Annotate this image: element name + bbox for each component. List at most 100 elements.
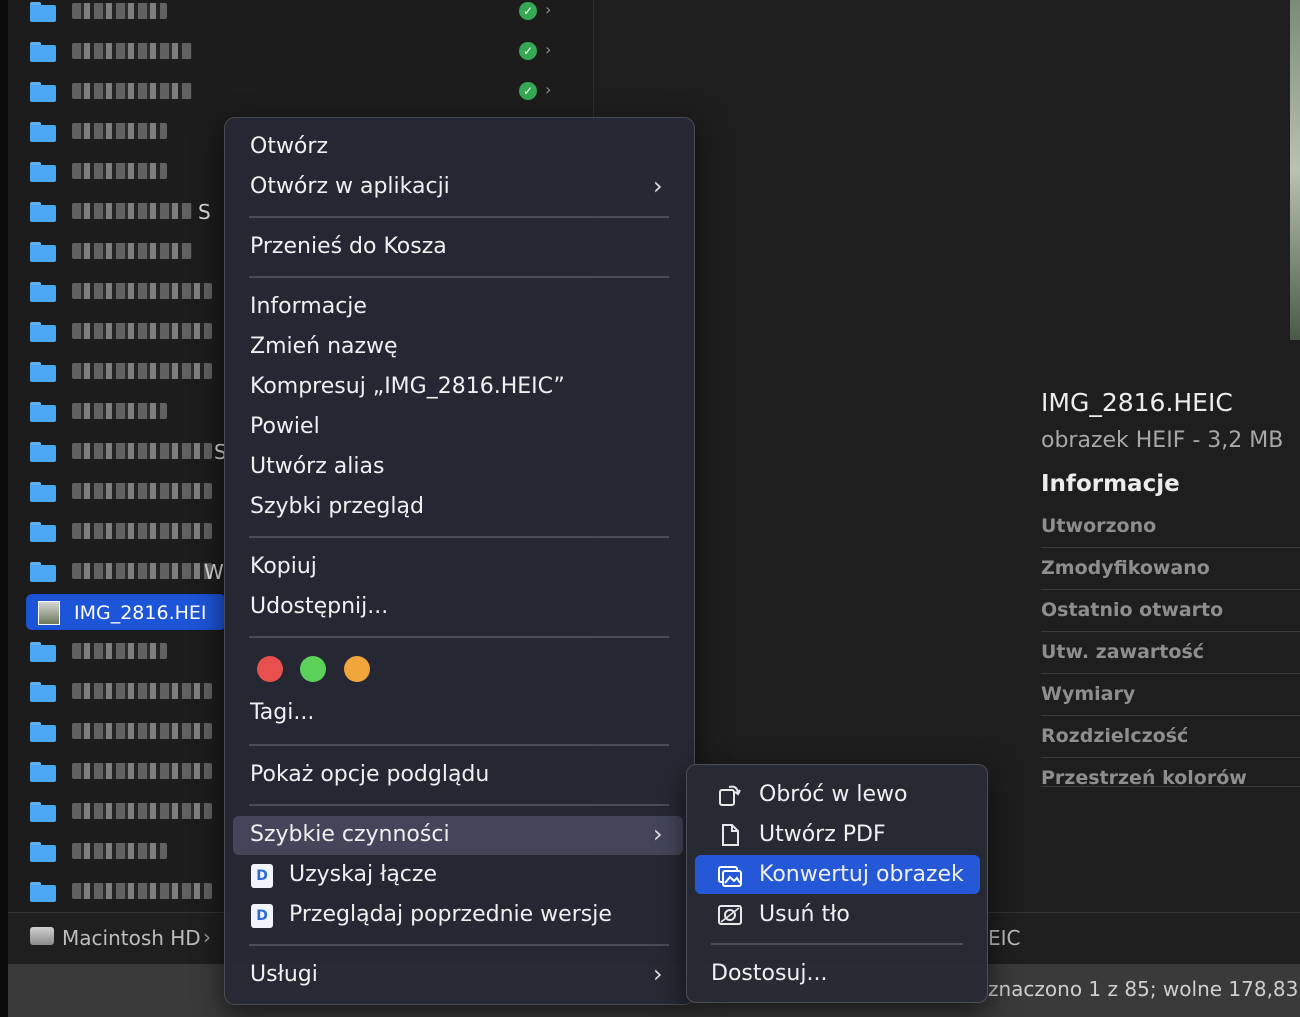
submenu-item-convert-image[interactable]: Konwertuj obrazek (759, 862, 964, 887)
submenu-item-remove-background[interactable]: Usuń tło (759, 902, 850, 927)
folder-icon (30, 842, 56, 862)
image-preview (1290, 0, 1300, 340)
menu-item-quick-actions[interactable]: Szybkie czynności (250, 822, 450, 847)
menu-item-open[interactable]: Otwórz (250, 134, 328, 159)
folder-icon (30, 722, 56, 742)
file-name-fragment: W (204, 560, 224, 584)
menu-separator (249, 744, 669, 746)
divider (1041, 547, 1300, 548)
menu-item-compress[interactable]: Kompresuj „IMG_2816.HEIC” (250, 374, 565, 399)
folder-icon (30, 642, 56, 662)
info-label-dimensions: Wymiary (1041, 683, 1136, 705)
menu-separator (249, 276, 669, 278)
info-label-content-created: Utw. zawartość (1041, 641, 1205, 663)
chevron-right-icon: › (653, 960, 663, 988)
file-name-redacted (72, 203, 192, 219)
menu-separator (249, 216, 669, 218)
menu-separator (249, 636, 669, 638)
file-name-redacted (72, 803, 212, 819)
info-label-resolution: Rozdzielczość (1041, 725, 1189, 747)
tag-orange-dot[interactable] (344, 656, 370, 682)
divider (1041, 673, 1300, 674)
path-item-disk[interactable]: Macintosh HD (62, 926, 201, 950)
file-name-redacted (72, 243, 192, 259)
file-name-redacted (72, 283, 212, 299)
folder-icon (30, 802, 56, 822)
file-name-fragment: S (198, 200, 211, 224)
image-thumbnail-icon (38, 601, 60, 625)
menu-item-show-view-options[interactable]: Pokaż opcje podglądu (250, 762, 489, 787)
synced-check-icon: ✓ (519, 2, 537, 20)
menu-separator (249, 804, 669, 806)
menu-item-move-to-trash[interactable]: Przenieś do Kosza (250, 234, 447, 259)
submenu-item-rotate-left[interactable]: Obróć w lewo (759, 782, 907, 807)
chevron-right-icon[interactable]: › (545, 80, 551, 99)
menu-item-quick-look[interactable]: Szybki przegląd (250, 494, 424, 519)
info-label-last-opened: Ostatnio otwarto (1041, 599, 1224, 621)
menu-item-services[interactable]: Usługi (250, 962, 318, 987)
submenu-item-customize[interactable]: Dostosuj... (711, 961, 827, 986)
selected-file-row[interactable]: IMG_2816.HEI (26, 594, 226, 630)
menu-item-make-alias[interactable]: Utwórz alias (250, 454, 384, 479)
menu-separator (711, 943, 963, 945)
selected-file-name: IMG_2816.HEI (74, 602, 207, 624)
preview-file-name: IMG_2816.HEIC (1041, 388, 1233, 417)
file-row[interactable]: ✓ › (28, 40, 588, 70)
tag-green-dot[interactable] (300, 656, 326, 682)
file-name-redacted (72, 83, 192, 99)
app-icon: D (251, 904, 273, 928)
menu-item-get-info[interactable]: Informacje (250, 294, 367, 319)
quick-actions-submenu: Obróć w lewo Utwórz PDF Konwertuj obraze… (686, 764, 988, 1003)
chevron-right-icon[interactable]: › (545, 0, 551, 19)
menu-item-browse-versions[interactable]: Przeglądaj poprzednie wersje (289, 902, 612, 927)
file-row[interactable]: ✓ › (28, 0, 588, 30)
file-name-redacted (72, 323, 212, 339)
status-text: znaczono 1 z 85; wolne 178,83 G (988, 977, 1300, 1001)
file-name-redacted (72, 403, 167, 419)
folder-icon (30, 42, 56, 62)
folder-icon (30, 562, 56, 582)
folder-icon (30, 242, 56, 262)
folder-icon (30, 282, 56, 302)
submenu-item-create-pdf[interactable]: Utwórz PDF (759, 822, 886, 847)
menu-item-duplicate[interactable]: Powiel (250, 414, 320, 439)
menu-item-tags[interactable]: Tagi... (250, 700, 314, 725)
synced-check-icon: ✓ (519, 42, 537, 60)
folder-icon (30, 362, 56, 382)
divider (1041, 757, 1300, 758)
info-label-modified: Zmodyfikowano (1041, 557, 1210, 579)
info-heading: Informacje (1041, 471, 1180, 497)
menu-item-share[interactable]: Udostępnij... (250, 594, 388, 619)
file-name-redacted (72, 443, 212, 459)
folder-icon (30, 882, 56, 902)
file-name-redacted (72, 883, 212, 899)
menu-item-open-with[interactable]: Otwórz w aplikacji (250, 174, 450, 199)
preview-file-kind: obrazek HEIF - 3,2 MB (1041, 428, 1284, 453)
folder-icon (30, 482, 56, 502)
path-item-file[interactable]: EIC (988, 926, 1021, 950)
file-name-redacted (72, 563, 212, 579)
divider (1041, 589, 1300, 590)
file-row[interactable]: ✓ › (28, 80, 588, 110)
rotate-left-icon (719, 785, 741, 806)
folder-icon (30, 682, 56, 702)
synced-check-icon: ✓ (519, 82, 537, 100)
tag-red-dot[interactable] (257, 656, 283, 682)
menu-item-rename[interactable]: Zmień nazwę (250, 334, 398, 359)
file-name-redacted (72, 643, 167, 659)
folder-icon (30, 122, 56, 142)
context-menu: Otwórz Otwórz w aplikacji › Przenieś do … (224, 117, 695, 1005)
folder-icon (30, 322, 56, 342)
folder-icon (30, 762, 56, 782)
hard-disk-icon (30, 927, 54, 945)
chevron-right-icon[interactable]: › (545, 40, 551, 59)
folder-icon (30, 82, 56, 102)
file-name-redacted (72, 363, 212, 379)
menu-item-copy[interactable]: Kopiuj (250, 554, 317, 579)
file-name-redacted (72, 763, 212, 779)
menu-separator (249, 944, 669, 946)
folder-icon (30, 442, 56, 462)
file-name-redacted (72, 723, 212, 739)
path-chevron-icon: › (203, 925, 211, 949)
menu-item-get-link[interactable]: Uzyskaj łącze (289, 862, 437, 887)
